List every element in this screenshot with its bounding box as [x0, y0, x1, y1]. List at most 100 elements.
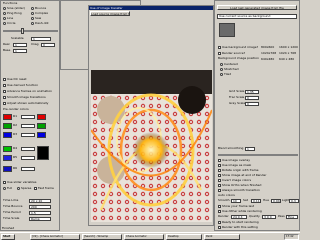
- radio-sparse-label: Sparse: [21, 185, 32, 190]
- opt-rotate-origin[interactable]: [218, 169, 221, 172]
- check-adjust[interactable]: [3, 102, 6, 105]
- time-lims-label: Time Lims: [3, 198, 19, 202]
- taskbar: Start [V2] - [Chaos Animator] [Search] -…: [0, 232, 300, 240]
- function-label-1: Bounce: [35, 5, 47, 10]
- color-field-2[interactable]: [21, 124, 35, 128]
- check-fast-frame[interactable]: [34, 187, 37, 190]
- check-slider-vars[interactable]: [3, 181, 6, 184]
- color-field-1[interactable]: [21, 115, 35, 119]
- real-field[interactable]: 1: [13, 43, 27, 47]
- radio-sparse[interactable]: [17, 187, 20, 190]
- opt-frame-last[interactable]: [218, 205, 221, 208]
- load-last-image-button[interactable]: Load last generated image from file: [217, 5, 297, 10]
- opt-show-image-end[interactable]: [218, 174, 221, 177]
- background-path-field[interactable]: Use current source as background: [217, 14, 297, 19]
- opt-image-overlay[interactable]: [218, 159, 221, 162]
- scalable-field[interactable]: 1: [31, 37, 51, 41]
- gray-scale-field[interactable]: 0: [245, 102, 259, 106]
- function-slider-track[interactable]: [3, 30, 58, 32]
- function-radio-2[interactable]: [3, 12, 6, 15]
- function-radio-0[interactable]: [3, 7, 6, 10]
- taskbar-item-3[interactable]: Chaos Animator: [124, 234, 164, 240]
- taskbar-item-4[interactable]: Desktop: [166, 234, 202, 240]
- function-radio-5[interactable]: [31, 17, 34, 20]
- color-swatch-blue-3[interactable]: [3, 155, 12, 161]
- color-swatch-green-1[interactable]: [3, 123, 12, 129]
- check-use-background-label: Use background image?: [222, 44, 259, 49]
- blend-smoothing-field[interactable]: 1: [245, 147, 255, 151]
- opt-image-overlay-label: Use image overlay: [222, 157, 250, 162]
- check-smooth[interactable]: [3, 96, 6, 99]
- right-panel: Load last generated image from file Use …: [214, 0, 300, 231]
- time-bounce-field[interactable]: 200: [29, 205, 51, 209]
- color-swatch-blue-4[interactable]: [3, 166, 12, 172]
- radio-stretched-label: Stretched: [224, 66, 239, 71]
- opt-ready-render[interactable]: [218, 221, 221, 224]
- color-field-5[interactable]: [21, 156, 35, 160]
- load-source-tab[interactable]: Load source image from file: [90, 11, 130, 16]
- opt-invert-colors-label: Invert image colors: [222, 177, 252, 182]
- light-field[interactable]: 0.3: [289, 199, 299, 203]
- hue-field[interactable]: 0.04: [271, 199, 281, 203]
- opt-smooth-transition[interactable]: [218, 189, 221, 192]
- base-field[interactable]: 1: [13, 49, 27, 53]
- function-label-5: Saw: [35, 15, 42, 20]
- color-swatch-green-2[interactable]: [37, 123, 46, 129]
- color-field-4[interactable]: [21, 147, 35, 151]
- color-row-label-6: R6: [13, 166, 17, 170]
- color-swatch-blue-2[interactable]: [37, 132, 46, 138]
- check-render-source[interactable]: [218, 52, 221, 55]
- background-position-label: Background image position: [218, 56, 260, 60]
- radio-tiled[interactable]: [220, 73, 223, 76]
- function-radio-6[interactable]: [3, 22, 6, 25]
- function-radio-7[interactable]: [31, 22, 34, 25]
- opt-smooth-transition-label: Always smooth transition: [222, 187, 260, 192]
- check-advance[interactable]: [3, 90, 6, 93]
- taskbar-item-1[interactable]: [V2] - [Chaos Animator]: [30, 234, 80, 240]
- radio-centered[interactable]: [220, 63, 223, 66]
- check-advance-label: Advance frames on animation: [7, 88, 53, 93]
- time-lims-field[interactable]: 20 x 20: [29, 199, 51, 203]
- taskbar-item-2[interactable]: [Search] - Winamp: [82, 234, 122, 240]
- grid-scale-label: Grid Scale: [229, 89, 245, 93]
- opt-show-ortho[interactable]: [218, 184, 221, 187]
- time-period-field[interactable]: 1.5: [29, 211, 51, 215]
- grid-scale-field[interactable]: 1.35: [245, 90, 259, 94]
- frac-scale-field[interactable]: 0: [245, 96, 259, 100]
- taskbar-item-5[interactable]: Paint: [204, 234, 240, 240]
- background-preview: [219, 23, 235, 37]
- color-field-3[interactable]: [21, 133, 35, 137]
- opt-invert-colors[interactable]: [218, 179, 221, 182]
- color-swatch-red-2[interactable]: [37, 114, 46, 120]
- function-radio-1[interactable]: [31, 7, 34, 10]
- quality-field[interactable]: 3 0 0: [262, 215, 276, 219]
- check-dc-reset[interactable]: [3, 78, 6, 81]
- color-swatch-red-1[interactable]: [3, 114, 12, 120]
- color-swatch-blue-1[interactable]: [3, 132, 12, 138]
- render-field[interactable]: 24 0 4: [231, 215, 247, 219]
- smooth-field[interactable]: 10: [231, 199, 241, 203]
- function-radio-4[interactable]: [3, 17, 6, 20]
- function-slider-thumb[interactable]: [21, 28, 24, 34]
- radio-stretched[interactable]: [220, 68, 223, 71]
- opt-render-setting[interactable]: [218, 226, 221, 229]
- imag-field[interactable]: 0: [41, 43, 55, 47]
- sat-field[interactable]: 0.11: [251, 199, 261, 203]
- color-field-6[interactable]: [21, 167, 35, 171]
- opt-dither[interactable]: [218, 210, 221, 213]
- dim-value-2: 1024 x 768: [279, 51, 297, 55]
- fractal-image[interactable]: [91, 70, 212, 222]
- blend-slider-track[interactable]: [218, 154, 298, 156]
- time-scale-field[interactable]: Ramp: [29, 217, 51, 221]
- color-swatch-green-3[interactable]: [3, 146, 12, 152]
- check-use-background[interactable]: [218, 46, 221, 49]
- function-radio-3[interactable]: [31, 12, 34, 15]
- radio-tiled-label: Tiled: [224, 71, 232, 76]
- check-derived[interactable]: [3, 84, 6, 87]
- color-swatch-black-1[interactable]: [37, 146, 49, 160]
- radio-full[interactable]: [3, 187, 6, 190]
- opt-image-mask-label: Use image as mask: [222, 162, 252, 167]
- opt-image-mask[interactable]: [218, 164, 221, 167]
- start-button[interactable]: Start: [1, 234, 15, 240]
- pass-field[interactable]: Fine: [286, 215, 298, 219]
